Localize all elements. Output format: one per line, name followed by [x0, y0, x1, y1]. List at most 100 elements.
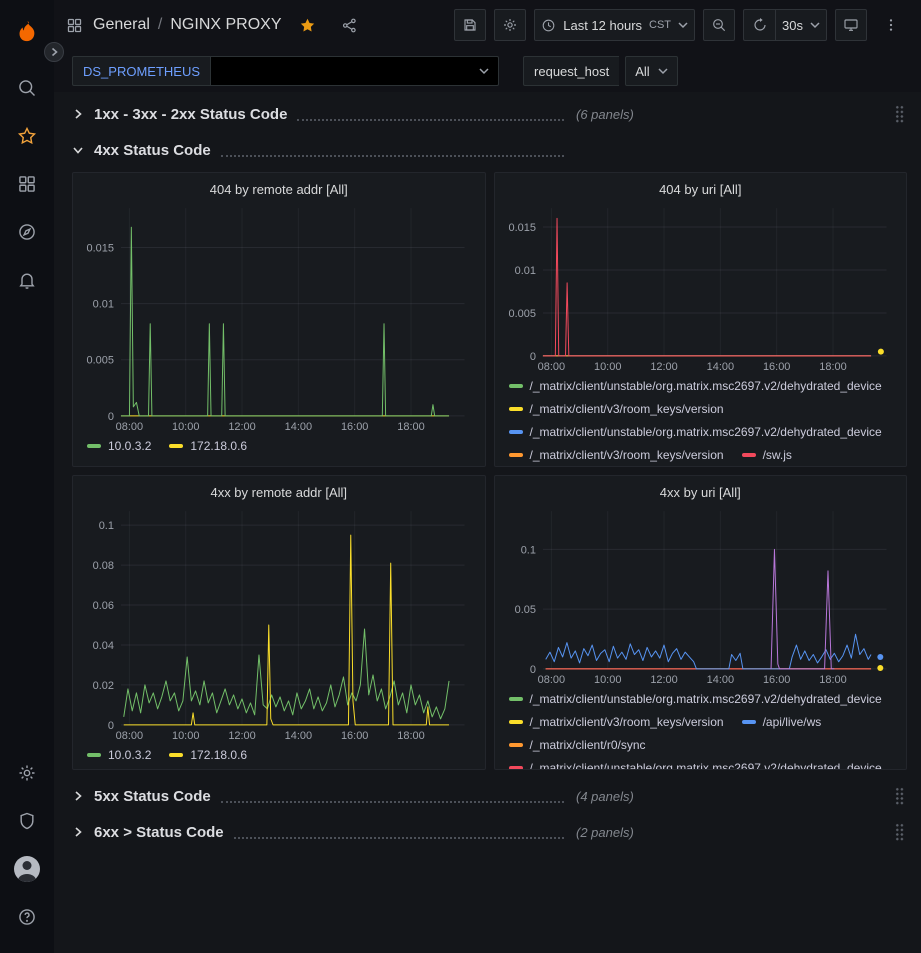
user-avatar[interactable]: [0, 845, 54, 893]
refresh-interval-dropdown[interactable]: 30s: [775, 9, 827, 41]
datasource-select[interactable]: [210, 56, 499, 86]
row-drag-handle[interactable]: [895, 823, 905, 841]
dashboards-nav-icon[interactable]: [0, 160, 54, 208]
legend-item[interactable]: /_matrix/client/unstable/org.matrix.msc2…: [509, 761, 882, 771]
starred-nav-icon[interactable]: [0, 112, 54, 160]
svg-text:0.015: 0.015: [87, 242, 114, 254]
grafana-flame-icon: [14, 19, 40, 45]
legend-item[interactable]: 172.18.0.6: [169, 439, 247, 453]
legend-swatch: [87, 753, 101, 757]
svg-text:10:00: 10:00: [593, 674, 620, 686]
legend-item[interactable]: /_matrix/client/unstable/org.matrix.msc2…: [509, 379, 882, 393]
svg-text:08:00: 08:00: [116, 421, 143, 433]
clock-icon: [541, 18, 556, 33]
tv-mode-button[interactable]: [835, 9, 867, 41]
avatar-image: [14, 856, 40, 882]
alerting-bell-icon[interactable]: [0, 256, 54, 304]
chevron-right-icon: [72, 826, 94, 838]
request-host-variable: request_host All: [523, 56, 678, 86]
chevron-down-icon: [72, 144, 94, 156]
sidebar-expand-button[interactable]: [44, 42, 64, 62]
svg-text:16:00: 16:00: [341, 730, 368, 742]
request-host-select[interactable]: All: [625, 56, 677, 86]
legend-item[interactable]: 172.18.0.6: [169, 748, 247, 762]
svg-text:12:00: 12:00: [650, 674, 677, 686]
legend-swatch: [509, 453, 523, 457]
panel-legend: /_matrix/client/unstable/org.matrix.msc2…: [503, 687, 899, 770]
row-4xx-status-code[interactable]: 4xx Status Code: [72, 136, 907, 164]
zoom-out-button[interactable]: [703, 9, 735, 41]
legend-label: 10.0.3.2: [108, 748, 151, 762]
row-6xx-status-code[interactable]: 6xx > Status Code (2 panels): [72, 818, 907, 846]
panel-legend: /_matrix/client/unstable/org.matrix.msc2…: [503, 374, 899, 466]
svg-text:12:00: 12:00: [228, 730, 255, 742]
row-dotted-leader: [297, 108, 564, 121]
row-1xx-3xx-2xx-status-code[interactable]: 1xx - 3xx - 2xx Status Code (6 panels): [72, 100, 907, 128]
legend-label: /api/live/ws: [763, 715, 822, 729]
legend-swatch: [509, 407, 523, 411]
panel-4xx-by-uri: 4xx by uri [All] 00.050.108:0010:0012:00…: [494, 475, 908, 770]
legend-item[interactable]: /api/live/ws: [742, 715, 822, 729]
breadcrumb: General / NGINX PROXY: [93, 16, 282, 34]
legend-swatch: [509, 766, 523, 770]
dashboard-scroll-area: 1xx - 3xx - 2xx Status Code (6 panels) 4…: [54, 92, 921, 953]
panel-title[interactable]: 4xx by uri [All]: [503, 479, 899, 505]
grafana-app: General / NGINX PROXY: [0, 0, 921, 953]
favorite-star-icon[interactable]: [292, 9, 324, 41]
dashboard-settings-button[interactable]: [494, 9, 526, 41]
legend-item[interactable]: /_matrix/client/v3/room_keys/version: [509, 402, 724, 416]
panel-title[interactable]: 404 by uri [All]: [503, 176, 899, 202]
timeseries-chart: 00.050.108:0010:0012:0014:0016:0018:00: [503, 505, 899, 687]
legend-item[interactable]: /_matrix/client/r0/sync: [509, 738, 646, 752]
panel-legend: 10.0.3.2 172.18.0.6: [81, 434, 477, 457]
svg-text:0.1: 0.1: [99, 520, 114, 532]
row-drag-handle[interactable]: [895, 787, 905, 805]
svg-text:0.05: 0.05: [514, 604, 535, 616]
server-admin-shield-icon[interactable]: [0, 797, 54, 845]
legend-label: /_matrix/client/unstable/org.matrix.msc2…: [530, 379, 882, 393]
share-icon[interactable]: [334, 9, 366, 41]
panel-404-by-remote-addr: 404 by remote addr [All] 00.0050.010.015…: [72, 172, 486, 467]
configuration-gear-icon[interactable]: [0, 749, 54, 797]
legend-item[interactable]: 10.0.3.2: [87, 748, 151, 762]
svg-text:0: 0: [529, 351, 535, 363]
legend-item[interactable]: 10.0.3.2: [87, 439, 151, 453]
legend-swatch: [742, 453, 756, 457]
datasource-variable-label[interactable]: DS_PROMETHEUS: [72, 56, 210, 86]
save-dashboard-button[interactable]: [454, 9, 486, 41]
refresh-button[interactable]: [743, 9, 775, 41]
panel-grid: 404 by remote addr [All] 00.0050.010.015…: [72, 172, 907, 770]
svg-text:0.06: 0.06: [93, 600, 114, 612]
row-title: 4xx Status Code: [94, 142, 211, 159]
legend-item[interactable]: /_matrix/client/unstable/org.matrix.msc2…: [509, 692, 882, 706]
svg-text:0: 0: [108, 720, 114, 732]
svg-text:10:00: 10:00: [172, 421, 199, 433]
time-range-picker[interactable]: Last 12 hours CST: [534, 9, 695, 41]
svg-text:16:00: 16:00: [762, 674, 789, 686]
breadcrumb-title[interactable]: NGINX PROXY: [170, 16, 281, 34]
search-icon[interactable]: [0, 64, 54, 112]
legend-row: 10.0.3.2 172.18.0.6: [81, 743, 477, 766]
legend-row: /_matrix/client/unstable/org.matrix.msc2…: [503, 420, 899, 443]
legend-row: /_matrix/client/unstable/org.matrix.msc2…: [503, 374, 899, 397]
legend-item[interactable]: /sw.js: [742, 448, 792, 462]
legend-item[interactable]: /_matrix/client/unstable/org.matrix.msc2…: [509, 425, 882, 439]
svg-text:14:00: 14:00: [285, 730, 312, 742]
row-5xx-status-code[interactable]: 5xx Status Code (4 panels): [72, 782, 907, 810]
breadcrumb-section[interactable]: General: [93, 16, 150, 34]
breadcrumb-group: General / NGINX PROXY: [66, 9, 366, 41]
legend-row: /_matrix/client/unstable/org.matrix.msc2…: [503, 756, 899, 770]
kebab-menu-icon[interactable]: [875, 9, 907, 41]
legend-item[interactable]: /_matrix/client/v3/room_keys/version: [509, 715, 724, 729]
legend-item[interactable]: /_matrix/client/v3/room_keys/version: [509, 448, 724, 462]
svg-text:0: 0: [529, 664, 535, 676]
row-drag-handle[interactable]: [895, 105, 905, 123]
chevron-right-icon: [72, 108, 94, 120]
legend-label: /_matrix/client/v3/room_keys/version: [530, 448, 724, 462]
panel-title[interactable]: 4xx by remote addr [All]: [81, 479, 477, 505]
legend-row: /_matrix/client/unstable/org.matrix.msc2…: [503, 687, 899, 710]
chevron-down-icon: [678, 22, 688, 29]
explore-compass-icon[interactable]: [0, 208, 54, 256]
help-icon[interactable]: [0, 893, 54, 941]
panel-title[interactable]: 404 by remote addr [All]: [81, 176, 477, 202]
